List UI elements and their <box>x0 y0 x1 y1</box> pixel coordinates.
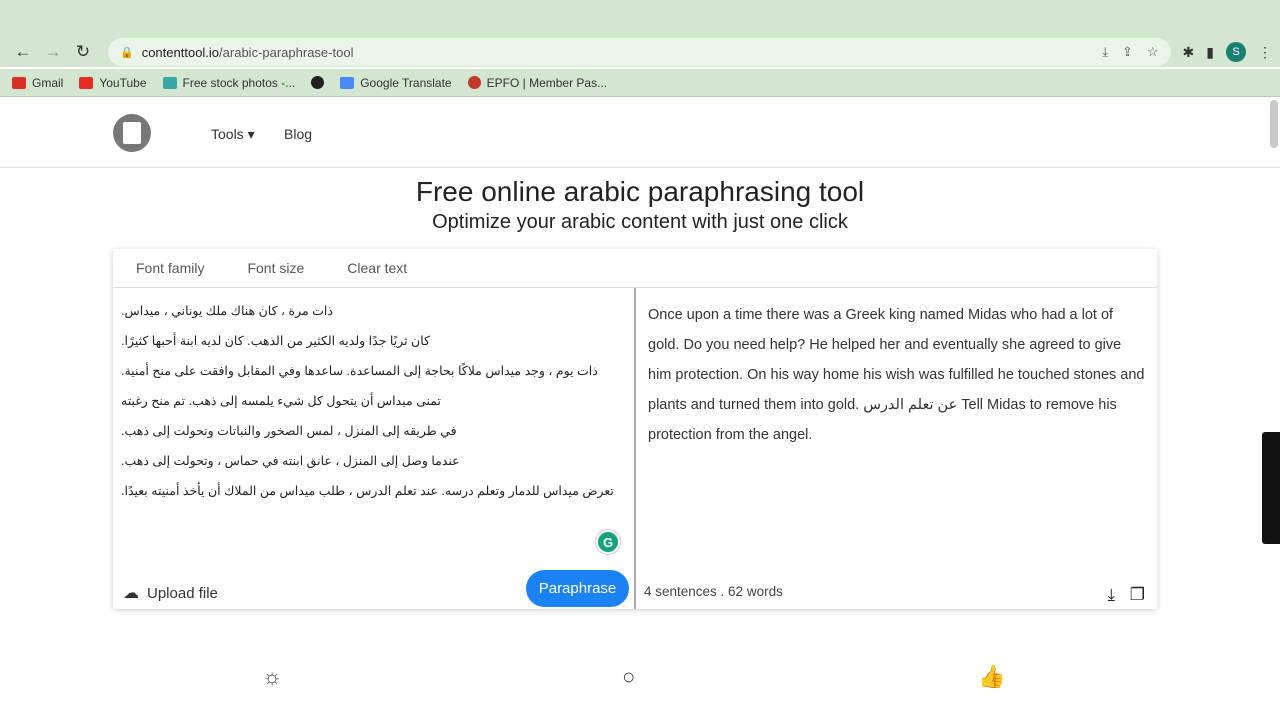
bookmarks-bar: Gmail YouTube Free stock photos -... Goo… <box>0 69 1280 97</box>
bookmark-label: Gmail <box>32 75 64 90</box>
blog-link[interactable]: Blog <box>284 126 312 142</box>
bookmark-stock-photos[interactable]: Free stock photos -... <box>162 75 296 90</box>
input-panel[interactable]: ذات مرة ، كان هناك ملك يوناني ، ميداس. ك… <box>113 288 636 609</box>
input-line: تعرض ميداس للدمار وتعلم درسه. عند تعلم ا… <box>121 484 614 498</box>
youtube-icon <box>79 76 94 89</box>
gmail-icon <box>12 76 26 89</box>
lightbulb-icon: ☼ <box>262 664 283 689</box>
bookmark-label: Free stock photos -... <box>182 75 296 90</box>
extensions-icon[interactable]: ✱ <box>1183 44 1195 61</box>
install-icon[interactable]: ⤓ <box>1102 44 1108 60</box>
output-text: Once upon a time there was a Greek king … <box>648 307 1145 443</box>
cloud-upload-icon: ☁ <box>123 585 139 602</box>
bookmark-label: Google Translate <box>360 75 452 90</box>
bookmark-label: EPFO | Member Pas... <box>486 75 608 90</box>
download-icon[interactable]: ⤓ <box>1107 585 1115 605</box>
input-textarea[interactable]: ذات مرة ، كان هناك ملك يوناني ، ميداس. ك… <box>113 288 634 518</box>
input-line: ذات مرة ، كان هناك ملك يوناني ، ميداس. <box>121 304 333 318</box>
side-widget[interactable] <box>1262 432 1280 544</box>
reload-icon[interactable]: ↻ <box>68 42 98 62</box>
star-icon[interactable]: ☆ <box>1147 44 1159 60</box>
circle-icon: ○ <box>622 664 636 689</box>
scrollbar[interactable] <box>1270 100 1278 148</box>
font-family-button[interactable]: Font family <box>136 260 204 276</box>
url-host: contenttool.io <box>141 44 220 60</box>
profile-avatar[interactable]: S <box>1226 42 1246 62</box>
bookmark-gmail[interactable]: Gmail <box>12 76 63 90</box>
input-line: كان ثريًا جدًا ولديه الكثير من الذهب. كا… <box>121 334 430 348</box>
page-title: Free online arabic paraphrasing tool <box>415 176 865 207</box>
input-line: تمنى ميداس أن يتحول كل شيء يلمسه إلى ذهب… <box>121 394 442 408</box>
tab-strip <box>0 0 1280 38</box>
address-bar[interactable]: 🔒 contenttool.io/arabic-paraphrase-tool … <box>108 38 1171 66</box>
upload-file-button[interactable]: ☁ Upload file <box>123 583 218 603</box>
paraphrase-tool: Font family Font size Clear text ذات مرة… <box>113 249 1157 609</box>
bookmark-label: YouTube <box>99 75 147 90</box>
globe-icon <box>311 76 325 89</box>
bookmark-youtube[interactable]: YouTube <box>79 75 147 90</box>
bookmark-epfo[interactable]: EPFO | Member Pas... <box>467 75 608 90</box>
browser-toolbar: ← → ↻ 🔒 contenttool.io/arabic-paraphrase… <box>0 37 1280 67</box>
stock-photos-icon <box>162 76 177 89</box>
translate-icon <box>340 76 355 89</box>
site-header: Tools ▾ Blog <box>0 98 1280 168</box>
font-size-button[interactable]: Font size <box>247 260 304 276</box>
input-line: في طريقه إلى المنزل ، لمس الصخور والنبات… <box>121 424 457 438</box>
tools-menu[interactable]: Tools ▾ <box>211 126 255 143</box>
output-stats: 4 sentences . 62 words <box>644 584 783 599</box>
bookmark-google-translate[interactable]: Google Translate <box>340 75 452 90</box>
site-logo[interactable] <box>113 114 151 152</box>
sidepanel-icon[interactable]: ▮ <box>1206 44 1214 61</box>
paraphrase-button[interactable]: Paraphrase <box>526 570 629 607</box>
share-icon[interactable]: ⇪ <box>1122 44 1133 60</box>
input-line: ذات يوم ، وجد ميداس ملاكًا بحاجة إلى الم… <box>121 364 598 378</box>
forward-icon[interactable]: → <box>38 42 68 62</box>
bookmark-globe[interactable] <box>311 76 325 89</box>
output-panel: Once upon a time there was a Greek king … <box>638 288 1157 609</box>
page-subtitle: Optimize your arabic content with just o… <box>432 211 848 233</box>
epfo-icon <box>467 76 481 89</box>
thumbs-up-icon: 👍 <box>978 664 1006 689</box>
back-icon[interactable]: ← <box>8 42 38 62</box>
clear-text-button[interactable]: Clear text <box>347 260 407 276</box>
menu-icon[interactable]: ⋮ <box>1258 44 1272 61</box>
lock-icon: 🔒 <box>120 46 134 59</box>
upload-label: Upload file <box>147 584 218 602</box>
input-line: عندما وصل إلى المنزل ، عانق ابنته في حما… <box>121 454 460 468</box>
grammarly-icon[interactable]: G <box>596 530 620 554</box>
url-path: /arabic-paraphrase-tool <box>219 44 354 60</box>
editor-options: Font family Font size Clear text <box>113 249 1157 288</box>
copy-icon[interactable]: ❐ <box>1130 585 1145 605</box>
